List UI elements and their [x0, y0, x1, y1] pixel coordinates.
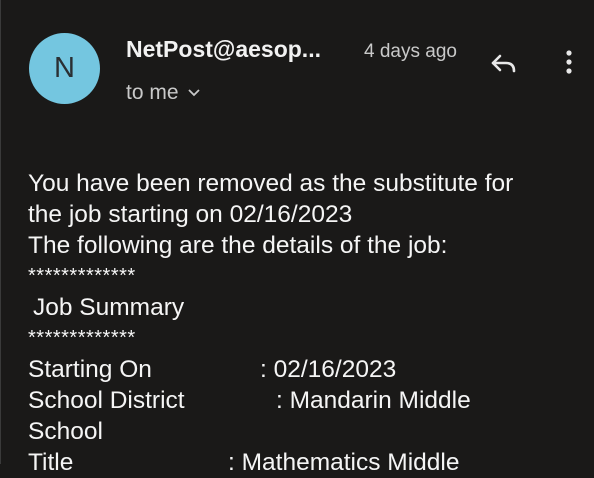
- separator-stars: *************: [28, 265, 136, 287]
- field-row: School: [28, 416, 513, 447]
- field-label: School District: [28, 387, 185, 414]
- more-options-button[interactable]: [557, 44, 581, 80]
- more-vert-icon: [566, 50, 572, 74]
- summary-heading: Job Summary: [33, 294, 185, 321]
- chevron-down-icon: [187, 89, 200, 97]
- field-label: Starting On: [28, 356, 152, 383]
- reply-button[interactable]: [487, 50, 521, 78]
- recipient-details-toggle[interactable]: to me: [126, 81, 201, 105]
- reply-icon: [491, 54, 516, 73]
- sender-name[interactable]: NetPost@aesop...: [126, 36, 321, 63]
- field-value: : Mathematics Middle: [228, 449, 460, 476]
- email-view: N NetPost@aesop... 4 days ago to me You …: [0, 0, 594, 476]
- field-row: Title : Mathematics Middle: [28, 447, 513, 478]
- field-value: : Mandarin Middle: [276, 387, 471, 414]
- recipient-label: to me: [126, 81, 179, 104]
- field-row: Starting On : 02/16/2023: [28, 354, 513, 385]
- field-value: : 02/16/2023: [260, 356, 397, 383]
- body-line: You have been removed as the substitute …: [28, 170, 514, 197]
- field-row: School District : Mandarin Middle: [28, 385, 513, 416]
- body-line: the job starting on 02/16/2023: [28, 201, 353, 228]
- timestamp: 4 days ago: [364, 41, 457, 62]
- sender-avatar[interactable]: N: [29, 33, 100, 104]
- separator-stars: *************: [28, 327, 136, 349]
- field-label: School: [28, 418, 103, 445]
- avatar-letter: N: [54, 52, 75, 84]
- field-label: Title: [28, 449, 74, 476]
- body-line: The following are the details of the job…: [28, 232, 448, 259]
- message-body: You have been removed as the substitute …: [28, 168, 513, 478]
